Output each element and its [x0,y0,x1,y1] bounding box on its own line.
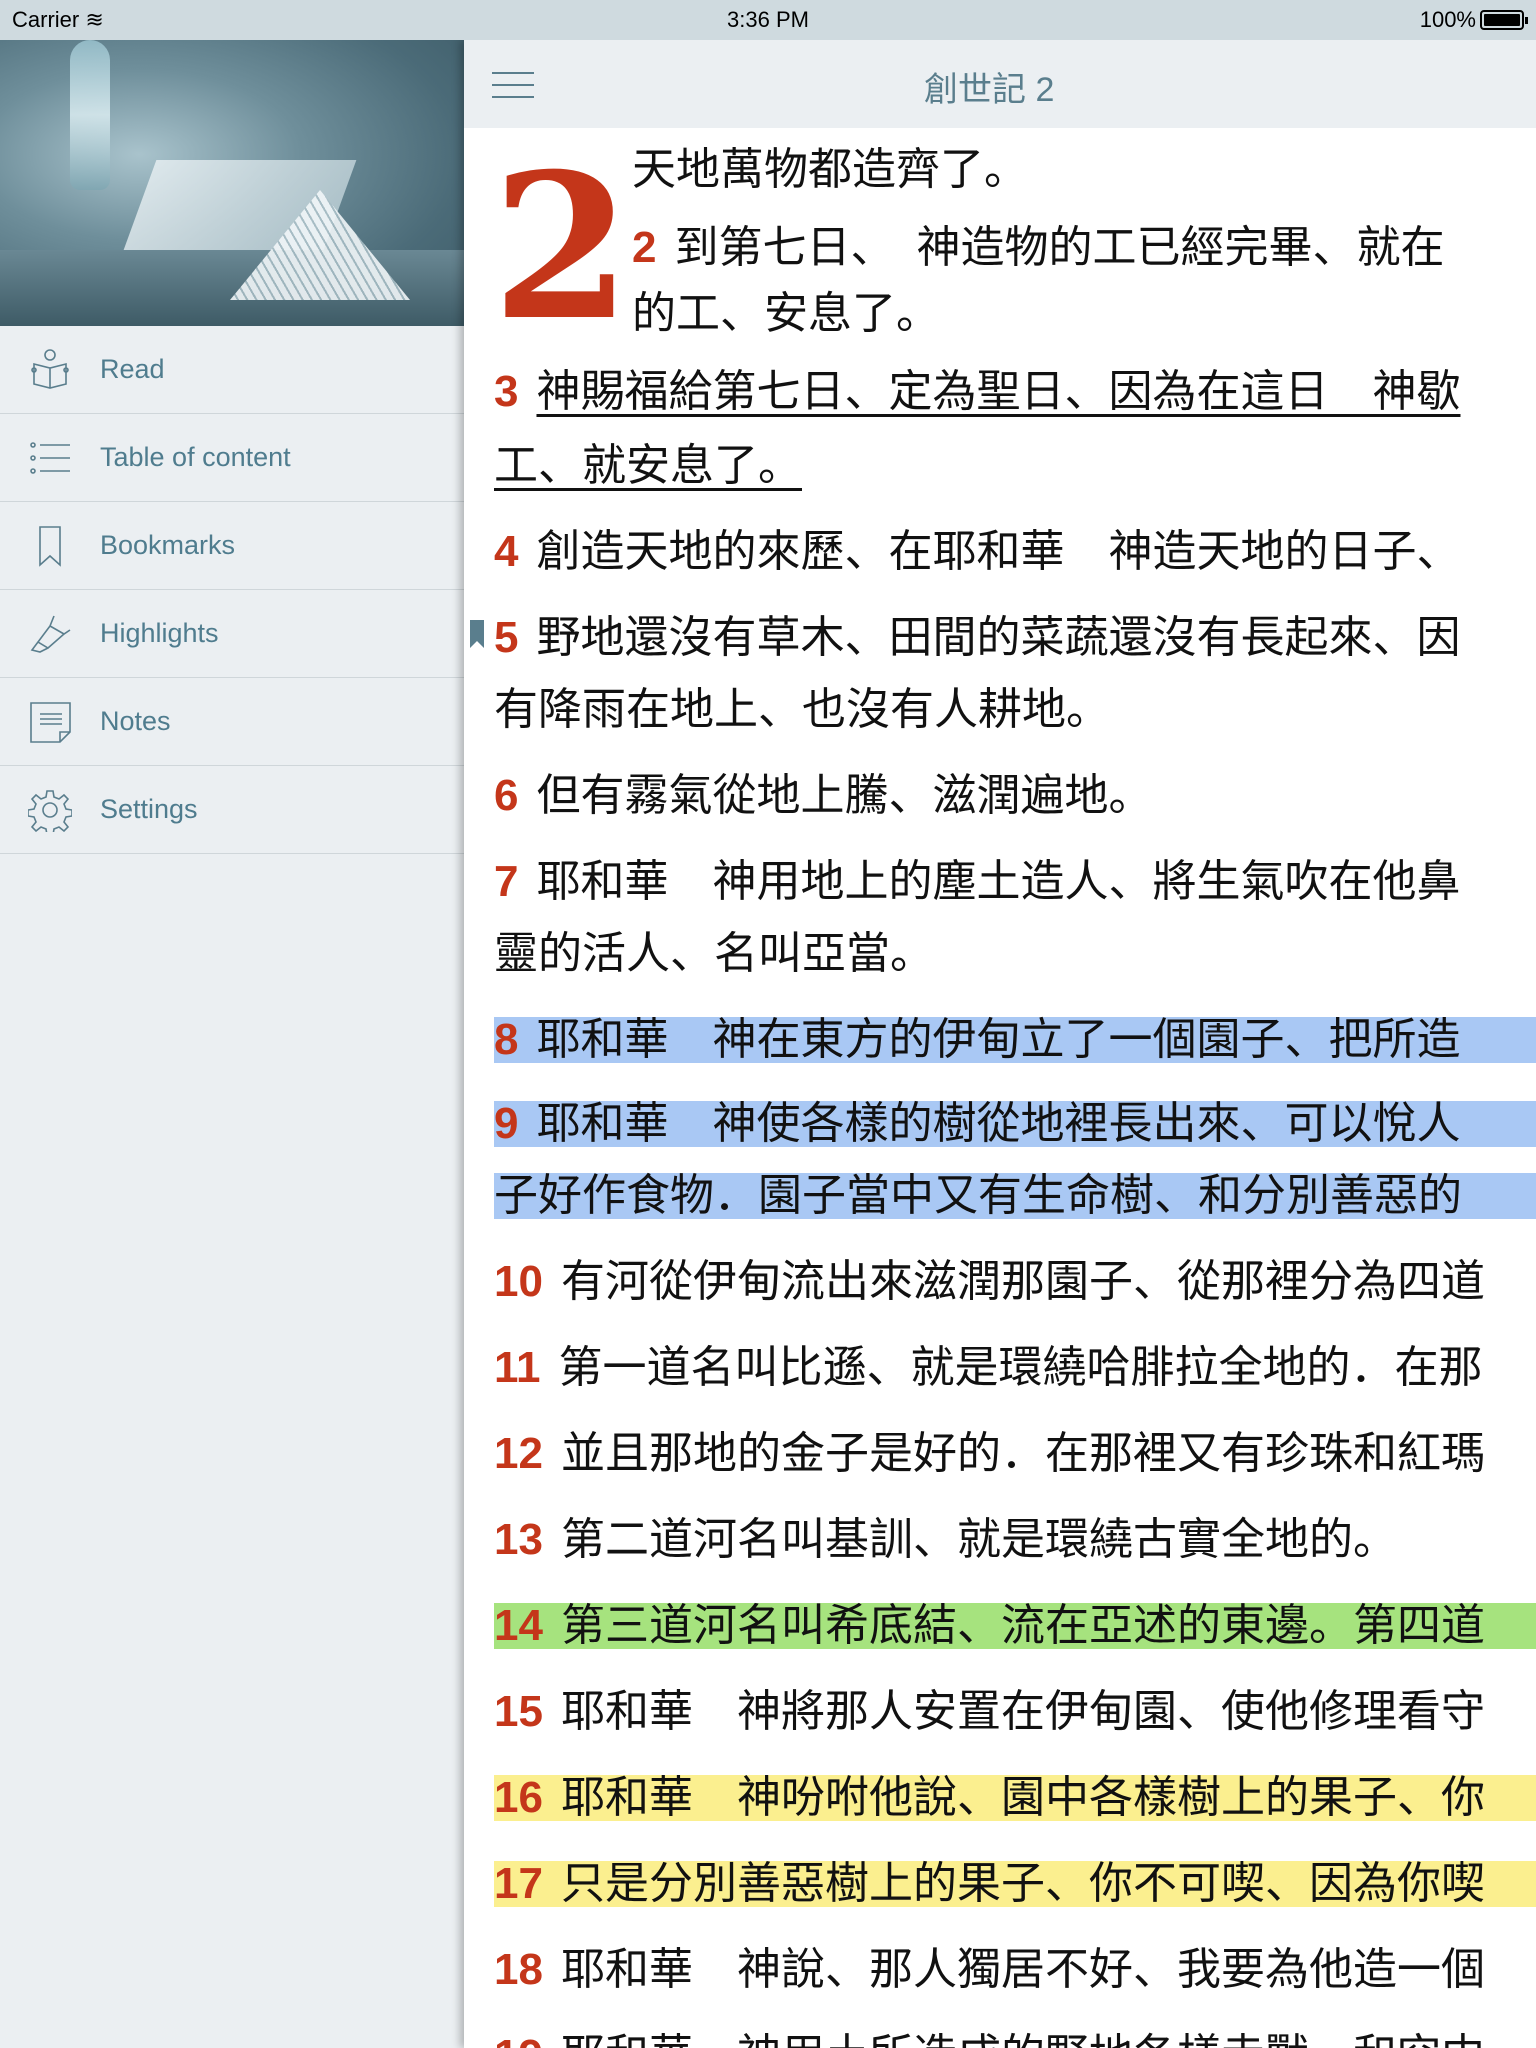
verse-text: 第一道名叫比遜、就是環繞哈腓拉全地的．在那 [558,1343,1483,1392]
sidebar-item-table-of-content[interactable]: Table of content [0,414,464,502]
verse-text: 耶和華 神說、那人獨居不好、我要為他造一個 [560,1945,1485,1994]
verse-line[interactable]: 8 耶和華 神在東方的伊甸立了一個園子、把所造 [494,1010,1536,1070]
verse-line[interactable]: 5 野地還沒有草木、田間的菜蔬還沒有長起來、因 [494,608,1460,668]
verse-line[interactable]: 14 第三道河名叫希底結、流在亞述的東邊。第四道 [494,1596,1536,1656]
verse-text: 天地萬物都造齊了。 [632,145,1028,194]
battery-indicator: 100% [1420,7,1528,33]
verse-text: 耶和華 神在東方的伊甸立了一個園子、把所造 [536,1015,1461,1064]
verse-text: 到第七日、 神造物的工已經完畢、就在 [674,223,1445,272]
verse-text: 靈的活人、名叫亞當。 [494,929,934,978]
sidebar-item-read[interactable]: Read [0,326,464,414]
verse-number: 16 [494,1773,543,1822]
verse-number: 13 [494,1515,543,1564]
verse-text: 第二道河名叫基訓、就是環繞古實全地的。 [560,1515,1397,1564]
verse-line[interactable]: 工、就安息了。 [494,436,802,496]
verse-line[interactable]: 4 創造天地的來歷、在耶和華 神造天地的日子、 [494,522,1460,582]
verse-number: 3 [494,367,519,416]
verse-number: 2 [632,223,657,272]
sidebar-item-label: Read [100,354,165,384]
verse-number: 18 [494,1945,543,1994]
highlighter-icon [0,612,100,656]
verse-text: 神賜福給第七日、定為聖日、因為在這日 神歇 [536,367,1461,416]
verse-text: 並且那地的金子是好的．在那裡又有珍珠和紅瑪 [560,1429,1485,1478]
verse-line[interactable]: 6 但有霧氣從地上騰、滋潤遍地。 [494,766,1152,826]
verse-line[interactable]: 的工、安息了。 [632,284,940,344]
list-icon [0,436,100,480]
battery-icon [1480,10,1528,30]
verse-number: 7 [494,857,519,906]
verse-text: 工、就安息了。 [494,441,802,490]
sidebar-item-label: Table of content [100,442,291,472]
status-time: 3:36 PM [727,7,809,32]
sidebar-item-highlights[interactable]: Highlights [0,590,464,678]
verse-line[interactable]: 靈的活人、名叫亞當。 [494,924,934,984]
verse-text: 有河從伊甸流出來滋潤那園子、從那裡分為四道 [560,1257,1485,1306]
sidebar-item-label: Bookmarks [100,530,236,560]
verse-line[interactable]: 子好作食物．園子當中又有生命樹、和分別善惡的 [494,1166,1536,1226]
verse-number: 10 [494,1257,543,1306]
sidebar-item-label: Settings [100,794,198,824]
verse-number: 11 [494,1343,541,1392]
verse-text: 但有霧氣從地上騰、滋潤遍地。 [536,771,1153,820]
verse-text: 耶和華 神用地上的塵土造人、將生氣吹在他鼻 [536,857,1461,906]
verse-text: 子好作食物．園子當中又有生命樹、和分別善惡的 [494,1171,1462,1220]
sidebar-item-bookmarks[interactable]: Bookmarks [0,502,464,590]
verse-number: 17 [494,1859,543,1908]
sidebar-item-notes[interactable]: Notes [0,678,464,766]
reader-icon [0,348,100,392]
chapter-text[interactable]: 2 天地萬物都造齊了。 2 到第七日、 神造物的工已經完畢、就在 的工、安息了。 3 神賜… [464,128,1536,2048]
verse-text: 有降雨在地上、也沒有人耕地。 [494,685,1110,734]
verse-number: 6 [494,771,519,820]
verse-number: 12 [494,1429,543,1478]
verse-text: 耶和華 神使各樣的樹從地裡長出來、可以悅人 [536,1099,1461,1148]
verse-line[interactable]: 18 耶和華 神說、那人獨居不好、我要為他造一個 [494,1940,1485,2000]
verse-line[interactable]: 天地萬物都造齊了。 [632,140,1028,200]
verse-line[interactable]: 15 耶和華 神將那人安置在伊甸園、使他修理看守 [494,1682,1485,1742]
verse-text: 的工、安息了。 [632,289,940,338]
verse-line[interactable]: 2 到第七日、 神造物的工已經完畢、就在 [632,218,1444,278]
bookmark-icon [0,524,100,568]
verse-line[interactable]: 17 只是分別善惡樹上的果子、你不可喫、因為你喫 [494,1854,1536,1914]
verse-number: 8 [494,1015,519,1064]
nav-bar: 創世記 2 [464,40,1536,128]
verse-line[interactable]: 7 耶和華 神用地上的塵土造人、將生氣吹在他鼻 [494,852,1460,912]
gear-icon [0,788,100,832]
verse-line[interactable]: 16 耶和華 神吩咐他說、園中各樣樹上的果子、你 [494,1768,1536,1828]
verse-text: 耶和華 神將那人安置在伊甸園、使他修理看守 [560,1687,1485,1736]
verse-text: 野地還沒有草木、田間的菜蔬還沒有長起來、因 [536,613,1461,662]
verse-text: 只是分別善惡樹上的果子、你不可喫、因為你喫 [560,1859,1485,1908]
verse-text: 耶和華 神吩咐他說、園中各樣樹上的果子、你 [560,1773,1485,1822]
verse-line[interactable]: 19 耶和華 神用土所造成的野地各樣走獸、和空中 [494,2026,1485,2048]
verse-text: 創造天地的來歷、在耶和華 神造天地的日子、 [536,527,1461,576]
verse-line[interactable]: 13 第二道河名叫基訓、就是環繞古實全地的。 [494,1510,1397,1570]
reader-pane: 創世記 2 2 天地萬物都造齊了。 2 到第七日、 神造物的工已經完畢、就在 的工、安… [464,40,1536,2048]
page-title: 創世記 2 [924,71,1055,109]
verse-number: 4 [494,527,519,576]
verse-line[interactable]: 11 第一道名叫比遜、就是環繞哈腓拉全地的．在那 [494,1338,1483,1398]
verse-text: 第三道河名叫希底結、流在亞述的東邊。第四道 [560,1601,1485,1650]
sidebar-item-label: Highlights [100,618,219,648]
status-bar: Carrier ≋ 3:36 PM 100% [0,0,1536,40]
verse-line[interactable]: 10 有河從伊甸流出來滋潤那園子、從那裡分為四道 [494,1252,1485,1312]
sidebar-item-settings[interactable]: Settings [0,766,464,854]
verse-line[interactable]: 12 並且那地的金子是好的．在那裡又有珍珠和紅瑪 [494,1424,1485,1484]
verse-number: 14 [494,1601,543,1650]
verse-number: 19 [494,2031,543,2048]
verse-number: 15 [494,1687,543,1736]
verse-line[interactable]: 3 神賜福給第七日、定為聖日、因為在這日 神歇 [494,362,1460,422]
chapter-drop-cap: 2 [492,130,632,365]
verse-text: 耶和華 神用土所造成的野地各樣走獸、和空中 [561,2031,1485,2048]
verse-number: 5 [494,613,519,662]
verse-line[interactable]: 9 耶和華 神使各樣的樹從地裡長出來、可以悅人 [494,1094,1536,1154]
verse-number: 9 [494,1099,519,1148]
note-icon [0,700,100,744]
sidebar-item-label: Notes [100,706,171,736]
sidebar-header-image [0,40,464,326]
bookmark-marker-icon[interactable] [470,620,484,648]
sidebar: Read Table of content Bookmarks Highligh… [0,40,464,2048]
verse-line[interactable]: 有降雨在地上、也沒有人耕地。 [494,680,1110,740]
